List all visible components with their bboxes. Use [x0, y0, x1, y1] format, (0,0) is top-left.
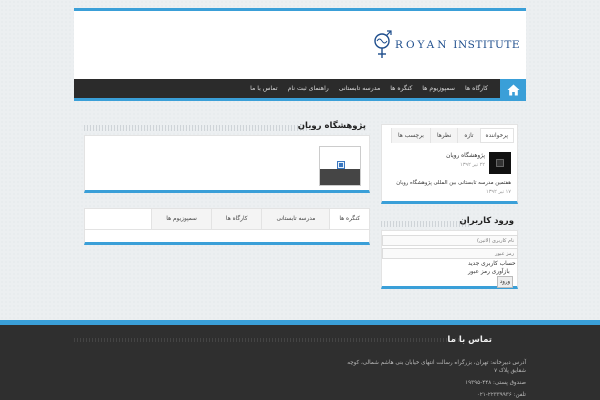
main-box-title: پژوهشگاه رویان: [84, 121, 370, 135]
login-widget-title: ورود کاربران: [381, 216, 518, 230]
post-thumbnail[interactable]: [489, 152, 511, 174]
image-icon: [496, 159, 504, 167]
tab-popular[interactable]: پرخواننده: [479, 128, 514, 143]
events-tabs-box: کنگره ها مدرسه تابستانی کارگاه ها سمپوزی…: [84, 208, 370, 245]
tab-tags[interactable]: برچسب ها: [391, 128, 430, 143]
site-footer: تماس با ما آدرس دبیرخانه: تهران، بزرگراه…: [0, 320, 600, 400]
title-stripe: [84, 125, 308, 131]
featured-box: [84, 135, 370, 193]
footer-heading: تماس با ما: [447, 335, 492, 345]
home-button[interactable]: [500, 79, 526, 101]
nav-item-congresses[interactable]: کنگره ها: [385, 85, 417, 92]
footer-po-box: صندوق پستی: ۴۴۸-۱۹۳۹۵: [465, 380, 526, 386]
royan-logo-icon: [374, 30, 392, 58]
broken-image-icon: [337, 161, 345, 169]
tab-summer-school[interactable]: مدرسه تابستانی: [261, 209, 330, 229]
logo-text-royan: ROYAN: [395, 39, 450, 51]
nav-item-contact[interactable]: تماس با ما: [245, 85, 282, 92]
login-button[interactable]: ورود: [497, 276, 513, 288]
recover-password-link[interactable]: بازآوری رمز عبور: [468, 269, 510, 275]
footer-address: آدرس دبیرخانه: تهران، بزرگراه رسالت انته…: [347, 360, 526, 374]
nav-item-registration-guide[interactable]: راهنمای ثبت نام: [283, 85, 334, 92]
home-icon: [507, 84, 519, 96]
login-widget: حساب کاربری جدید بازآوری رمز عبور ورود: [381, 230, 518, 289]
main-nav: کارگاه ها سمپوزیوم ها کنگره ها مدرسه تاب…: [74, 79, 526, 101]
logo-text: ROYAN INSTITUTE: [395, 39, 520, 51]
tab-symposiums[interactable]: سمپوزیوم ها: [151, 209, 211, 229]
footer-phone: تلفن: ۲۲۳۳۹۹۳۶-۰۲۱: [476, 392, 526, 398]
sidebar-post-date: ۱۷ تیر ۱۳۹۲: [486, 189, 511, 195]
tab-comments[interactable]: نظرها: [429, 128, 458, 143]
tab-workshops[interactable]: کارگاه ها: [210, 209, 262, 229]
nav-item-workshops[interactable]: کارگاه ها: [460, 85, 493, 92]
tab-congresses[interactable]: کنگره ها: [329, 209, 369, 229]
footer-title-stripe: [74, 338, 460, 342]
logo-text-institute: INSTITUTE: [449, 39, 520, 51]
register-link[interactable]: حساب کاربری جدید: [468, 261, 516, 267]
sidebar-post-date: ۲۲ تیر ۱۳۹۲: [460, 162, 485, 168]
site-logo[interactable]: ROYAN INSTITUTE: [372, 28, 520, 62]
nav-menu: کارگاه ها سمپوزیوم ها کنگره ها مدرسه تاب…: [245, 79, 493, 98]
title-stripe: [381, 221, 470, 227]
sidebar-tab-bar: پرخواننده تازه نظرها برچسب ها: [391, 128, 514, 143]
thumbnail-image: [320, 169, 360, 185]
tab-recent[interactable]: تازه: [457, 128, 480, 143]
login-heading: ورود کاربران: [459, 216, 514, 226]
featured-thumbnail[interactable]: [319, 146, 361, 186]
password-input[interactable]: [382, 248, 518, 259]
tab-bar-divider: [85, 229, 369, 230]
events-tab-bar: کنگره ها مدرسه تابستانی کارگاه ها سمپوزی…: [151, 209, 369, 229]
sidebar-post-title[interactable]: هفتمین مدرسه تابستانی بین المللی پژوهشگا…: [396, 180, 511, 186]
nav-item-symposiums[interactable]: سمپوزیوم ها: [417, 85, 460, 92]
nav-item-summer-school[interactable]: مدرسه تابستانی: [334, 85, 386, 92]
site-header: ROYAN INSTITUTE: [74, 11, 526, 79]
sidebar-posts-widget: پرخواننده تازه نظرها برچسب ها پژوهشگاه ر…: [381, 124, 518, 204]
username-input[interactable]: [382, 235, 518, 246]
main-box-heading: پژوهشگاه رویان: [297, 121, 366, 131]
sidebar-post-title[interactable]: پژوهشگاه رویان: [446, 153, 485, 159]
